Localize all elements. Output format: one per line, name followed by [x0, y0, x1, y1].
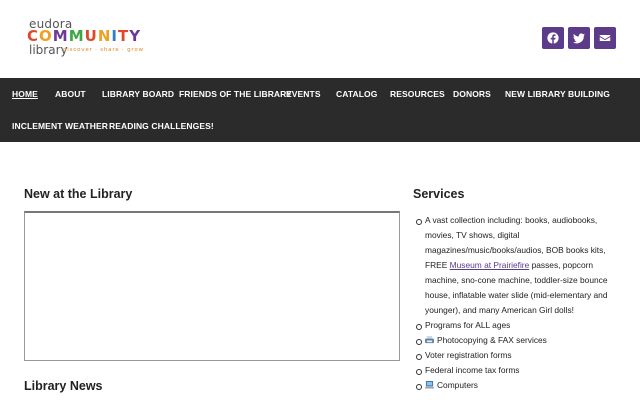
list-item: Federal income tax forms: [413, 363, 628, 378]
nav-item-friends-of-the-library[interactable]: FRIENDS OF THE LIBRARY: [179, 89, 292, 99]
library-logo[interactable]: eudora COMMUNITY library discover · shar…: [27, 17, 157, 57]
main-navigation: HOME ABOUT LIBRARY BOARD FRIENDS OF THE …: [0, 78, 640, 142]
list-item: Programs for ALL ages: [413, 318, 628, 333]
list-item: Computers: [413, 378, 628, 393]
nav-item-catalog[interactable]: CATALOG: [336, 89, 377, 99]
computer-icon: [425, 381, 434, 389]
logo-letter: T: [118, 27, 129, 45]
list-item: A vast collection including: books, audi…: [413, 213, 628, 318]
nav-item-reading-challenges[interactable]: READING CHALLENGES!: [109, 121, 214, 131]
logo-letter: O: [39, 27, 52, 45]
logo-letter: N: [97, 27, 111, 45]
nav-item-inclement-weather[interactable]: INCLEMENT WEATHER: [12, 121, 108, 131]
facebook-icon: [547, 32, 559, 44]
twitter-icon: [573, 33, 585, 44]
main-content: New at the Library Library News: [24, 142, 400, 400]
logo-letter: M: [68, 27, 84, 45]
nav-item-new-library-building[interactable]: NEW LIBRARY BUILDING: [505, 89, 610, 99]
logo-letter: U: [84, 27, 97, 45]
nav-item-library-board[interactable]: LIBRARY BOARD: [102, 89, 174, 99]
social-links: [542, 27, 616, 49]
nav-item-home[interactable]: HOME: [12, 89, 38, 99]
logo-letter: C: [27, 27, 39, 45]
new-at-library-heading: New at the Library: [24, 187, 133, 201]
email-icon: [599, 35, 611, 41]
services-list: A vast collection including: books, audi…: [413, 213, 628, 393]
new-items-carousel[interactable]: [24, 211, 400, 361]
twitter-button[interactable]: [568, 27, 590, 49]
logo-bottom-word: library: [29, 43, 68, 57]
logo-tagline: discover · share · grow: [63, 47, 144, 53]
nav-item-events[interactable]: EVENTS: [286, 89, 321, 99]
facebook-button[interactable]: [542, 27, 564, 49]
list-item: Voter registration forms: [413, 348, 628, 363]
library-news-heading: Library News: [24, 379, 103, 393]
site-header: eudora COMMUNITY library discover · shar…: [0, 0, 640, 78]
fax-icon: [425, 336, 434, 344]
services-heading: Services: [413, 187, 465, 201]
services-sidebar: Services A vast collection including: bo…: [413, 142, 628, 400]
list-item: Photocopying & FAX services: [413, 333, 628, 348]
nav-item-donors[interactable]: DONORS: [453, 89, 491, 99]
museum-at-prairiefire-link[interactable]: Museum at Prairiefire: [450, 260, 530, 270]
nav-item-resources[interactable]: RESOURCES: [390, 89, 445, 99]
nav-row-2: INCLEMENT WEATHER READING CHALLENGES!: [0, 110, 640, 142]
logo-letter: M: [52, 27, 68, 45]
nav-item-about[interactable]: ABOUT: [55, 89, 86, 99]
nav-row-1: HOME ABOUT LIBRARY BOARD FRIENDS OF THE …: [0, 78, 640, 110]
email-button[interactable]: [594, 27, 616, 49]
logo-letter: I: [111, 27, 117, 45]
logo-big-word: COMMUNITY: [27, 28, 140, 44]
logo-letter: Y: [129, 27, 141, 45]
